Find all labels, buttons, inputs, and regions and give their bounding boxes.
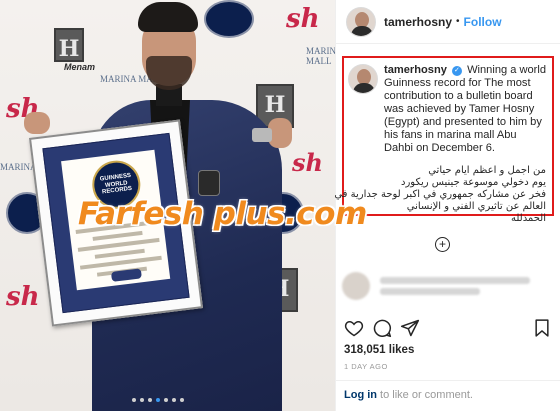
share-icon[interactable]	[400, 318, 420, 338]
caption-arabic-line: يوم دخولي موسوعة جينيس ريكورد	[401, 177, 546, 188]
comment-icon[interactable]	[372, 318, 392, 338]
sh-logo: sh	[6, 282, 40, 312]
follow-button[interactable]: Follow	[464, 15, 502, 29]
caption-english: Winning a world Guinness record for The …	[384, 64, 547, 154]
sh-logo: sh	[292, 148, 323, 177]
carousel-dot-active[interactable]	[156, 398, 160, 402]
jacket-emblem	[198, 170, 220, 196]
avatar[interactable]	[346, 6, 376, 37]
person-beard	[146, 56, 192, 90]
menam-logo: Menam	[64, 62, 96, 72]
login-prompt-text: to like or comment.	[377, 389, 473, 401]
world-records-logo	[204, 0, 254, 38]
carousel-dot[interactable]	[172, 398, 176, 402]
caption-text: tamerhosny ✓ Winning a world Guinness re…	[384, 64, 548, 155]
separator-dot: •	[456, 16, 460, 27]
caption-highlight-box: tamerhosny ✓ Winning a world Guinness re…	[334, 56, 554, 224]
wristwatch	[252, 128, 272, 142]
person-thumb	[24, 112, 50, 134]
site-watermark: Farfesh plus.com	[78, 196, 367, 232]
bookmark-icon[interactable]	[532, 318, 552, 338]
carousel-dots[interactable]	[132, 398, 184, 402]
carousel-dot[interactable]	[148, 398, 152, 402]
sh-logo: sh	[286, 4, 320, 34]
marina-mall-logo: MARINA MALL	[306, 46, 336, 66]
heart-icon[interactable]	[344, 318, 364, 338]
blurred-comment	[342, 272, 530, 300]
caption-avatar[interactable]	[348, 64, 378, 94]
carousel-dot[interactable]	[180, 398, 184, 402]
commenter-avatar	[342, 272, 370, 300]
action-bar	[344, 318, 552, 340]
login-link[interactable]: Log in	[344, 389, 377, 401]
carousel-dot[interactable]	[164, 398, 168, 402]
person-hair	[138, 2, 198, 32]
caption-username[interactable]: tamerhosny	[384, 64, 447, 76]
caption-arabic-line: من اجمل و اعظم ايام حياتي	[428, 165, 546, 176]
carousel-dot[interactable]	[140, 398, 144, 402]
verified-badge-icon: ✓	[451, 66, 462, 76]
carousel-dot[interactable]	[132, 398, 136, 402]
likes-count[interactable]: 318,051 likes	[344, 344, 414, 356]
post-timestamp[interactable]: 1 DAY AGO	[344, 362, 388, 371]
h-logo	[54, 28, 84, 62]
login-prompt: Log in to like or comment.	[336, 380, 560, 411]
username-link[interactable]: tamerhosny	[384, 15, 452, 29]
plus-circle-icon[interactable]: +	[435, 237, 450, 252]
post-header: tamerhosny • Follow	[336, 0, 560, 44]
